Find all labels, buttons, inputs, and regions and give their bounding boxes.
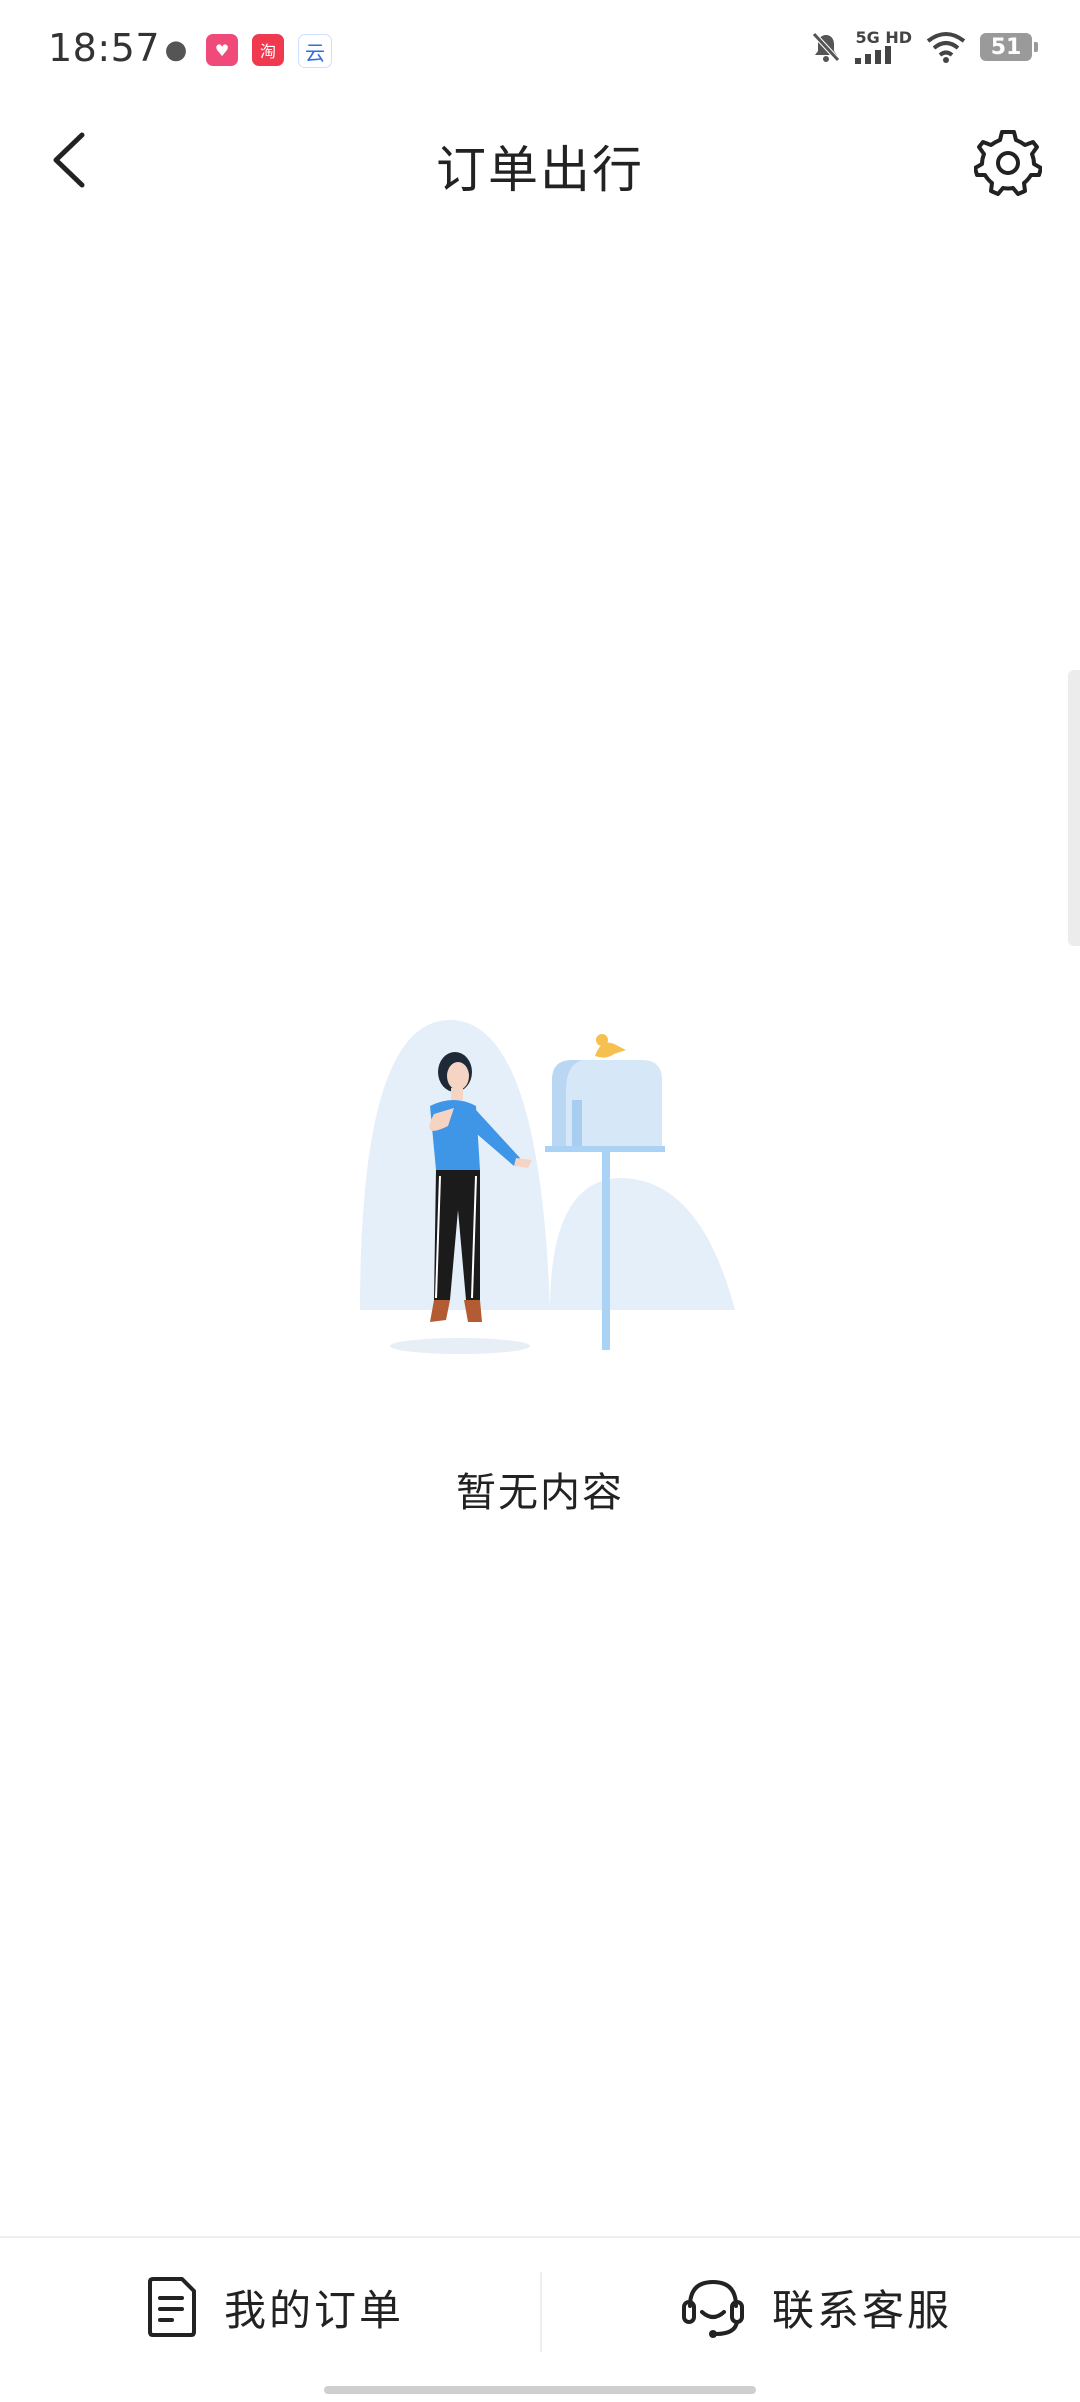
scroll-indicator[interactable] (1068, 670, 1080, 946)
signal-icon (855, 46, 892, 64)
document-icon (148, 2277, 196, 2337)
battery-indicator: 51 (980, 33, 1038, 61)
wifi-icon (926, 32, 966, 63)
home-indicator[interactable] (324, 2386, 756, 2394)
my-orders-button[interactable]: 我的订单 (146, 2262, 404, 2352)
gear-icon (974, 130, 1042, 196)
my-orders-label: 我的订单 (224, 2285, 405, 2335)
status-time: 18:57 (48, 26, 161, 70)
settings-button[interactable] (972, 126, 1044, 198)
empty-state-message: 暂无内容 (456, 1470, 624, 1516)
network-label: 5G HD (855, 28, 912, 47)
status-indicators: 5G HD 51 (811, 28, 1038, 64)
pinduoduo-icon: ♥ (206, 34, 238, 66)
taobao-icon: 淘 (252, 34, 284, 66)
bottom-divider (540, 2272, 542, 2352)
wechat-icon: ● (164, 35, 188, 65)
nav-bar: 订单出行 (0, 100, 1080, 220)
empty-state-illustration (350, 1010, 740, 1370)
bottom-bar: 我的订单 联系客服 (0, 2236, 1080, 2402)
customer-service-label: 联系客服 (772, 2285, 953, 2335)
status-app-icons: ● ♥ 淘 云 (160, 34, 332, 68)
mute-bell-icon (812, 32, 841, 62)
customer-service-button[interactable]: 联系客服 (680, 2262, 952, 2352)
headset-icon (682, 2279, 744, 2338)
status-bar: 18:57 ● ♥ 淘 云 5G HD 51 (0, 0, 1080, 100)
page-title: 订单出行 (436, 141, 644, 199)
cloud-app-icon: 云 (298, 34, 332, 68)
